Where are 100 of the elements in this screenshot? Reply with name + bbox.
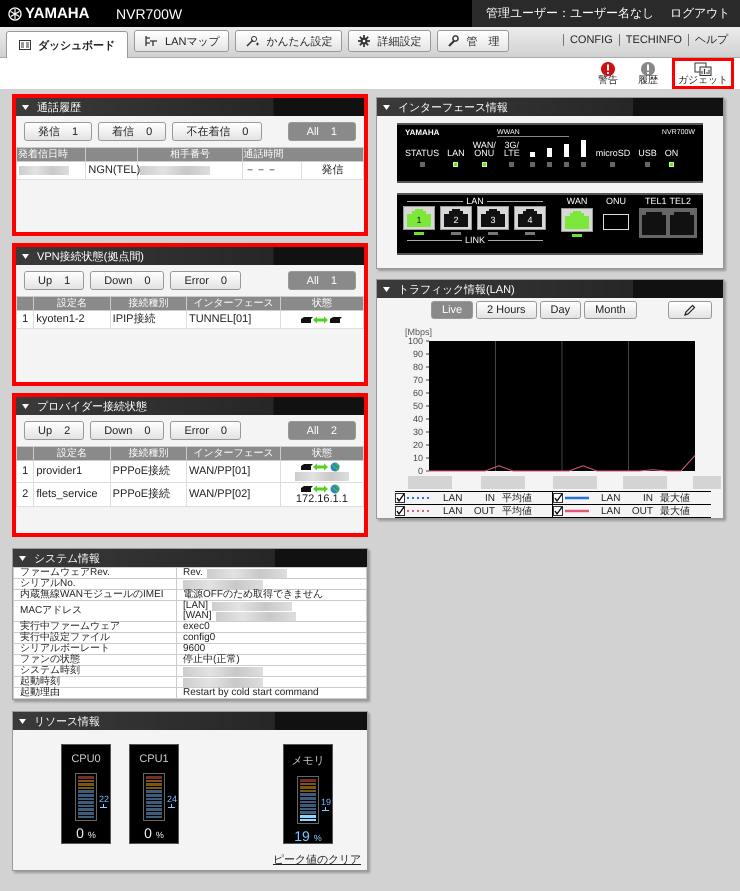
- collapse-icon[interactable]: [19, 718, 26, 724]
- blurred-text: [19, 166, 69, 175]
- filter-button[interactable]: Error 0: [170, 271, 242, 290]
- legend-stat: 平均値: [502, 492, 532, 505]
- led-label: 3G/ LTE: [504, 141, 520, 157]
- info-label: ファームウェアRev.: [14, 568, 176, 578]
- led-label: microSD: [596, 149, 630, 157]
- table-cell: WAN/PP[02]: [186, 482, 280, 506]
- led-label: LAN: [447, 149, 465, 157]
- tool-button[interactable]: 警告: [592, 58, 624, 89]
- column-header: 状態: [280, 446, 364, 460]
- port-number: 1: [415, 215, 422, 225]
- collapse-icon[interactable]: [383, 286, 390, 292]
- info-label: 内蔵無線WANモジュールのIMEI: [14, 590, 176, 600]
- checkbox[interactable]: [553, 506, 563, 516]
- collapse-icon[interactable]: [383, 104, 390, 110]
- led-label: STATUS: [405, 149, 440, 157]
- nav-tab[interactable]: 管 理: [437, 30, 510, 52]
- filter-button[interactable]: Up 2: [24, 421, 84, 440]
- table-cell: PPPoE接続: [110, 460, 186, 482]
- column-header: 接続種別: [110, 296, 186, 310]
- info-label: システム時刻: [14, 666, 176, 676]
- axis-label: 50: [412, 401, 423, 411]
- column-header: 発着信日時: [16, 148, 86, 162]
- axis-label: 0: [418, 466, 423, 476]
- info-label: ファンの状態: [14, 654, 176, 666]
- info-value: [WAN]: [183, 611, 212, 621]
- table-cell: WAN/PP[01]: [186, 460, 280, 482]
- collapse-icon[interactable]: [22, 404, 29, 408]
- table-cell: TUNNEL[01]: [186, 310, 280, 328]
- column-header: 設定名: [34, 446, 110, 460]
- legend-interface: LAN: [601, 492, 622, 504]
- nav-tab[interactable]: かんたん設定: [235, 30, 342, 52]
- header-link[interactable]: TECHINFO: [618, 34, 688, 46]
- blurred-label: [553, 476, 597, 489]
- range-button[interactable]: 2 Hours: [476, 301, 537, 319]
- edit-button[interactable]: [668, 301, 712, 319]
- clear-peak-link[interactable]: ピーク値のクリア: [273, 852, 361, 867]
- checkbox[interactable]: [395, 493, 405, 503]
- signal-bar: [564, 144, 569, 157]
- legend-stat: 最大値: [660, 504, 690, 518]
- panel-title: プロバイダー接続状態: [37, 400, 147, 414]
- nav-tab[interactable]: LANマップ: [134, 30, 230, 52]
- panel-title: VPN接続状態(拠点間): [37, 250, 144, 264]
- table-cell: flets_service: [34, 482, 110, 506]
- info-value: 電源OFFのため取得できません: [183, 590, 323, 600]
- port-label: TEL2: [670, 196, 692, 206]
- blurred-label: [623, 476, 667, 489]
- led-label: WAN/ ONU: [472, 141, 496, 157]
- column-header: 接続種別: [110, 446, 186, 460]
- info-value: [LAN]: [183, 601, 208, 611]
- logout-link[interactable]: ログアウト: [670, 5, 730, 22]
- meter-reading: 0 %: [76, 825, 96, 842]
- meter-reading: 19 %: [294, 828, 322, 844]
- panel-title: インターフェース情報: [398, 100, 508, 114]
- row-number: 1: [16, 310, 34, 328]
- collapse-icon[interactable]: [22, 104, 29, 110]
- filter-button[interactable]: 着信 0: [98, 122, 166, 141]
- legend-interface: LAN: [443, 492, 464, 504]
- port-number: 2: [452, 215, 460, 225]
- checkbox[interactable]: [553, 493, 563, 503]
- table-cell: PPPoE接続: [110, 482, 186, 506]
- filter-button[interactable]: 発信 1: [24, 122, 92, 141]
- filter-button[interactable]: Down 0: [90, 271, 164, 290]
- nav-tab[interactable]: ダッシュボード: [6, 31, 128, 58]
- range-button[interactable]: Day: [540, 301, 582, 319]
- range-button[interactable]: Month: [584, 301, 637, 319]
- column-header: 状態: [280, 296, 364, 310]
- axis-label: 80: [412, 362, 423, 372]
- nav-tab[interactable]: 詳細設定: [348, 30, 432, 52]
- checkbox[interactable]: [395, 506, 405, 516]
- table-cell: provider1: [34, 460, 110, 482]
- axis-label: 70: [412, 375, 423, 385]
- column-header: インターフェース: [186, 296, 280, 310]
- panel-title: リソース情報: [34, 714, 100, 728]
- signal-bar: [530, 152, 535, 157]
- blurred-label: [408, 476, 452, 489]
- column-header: 設定名: [34, 296, 110, 310]
- axis-label: 30: [412, 427, 423, 437]
- info-label: シリアルNo.: [14, 578, 176, 590]
- filter-button[interactable]: Up 1: [24, 271, 84, 290]
- legend-interface: LAN: [601, 506, 622, 516]
- grid-icon: [19, 40, 31, 50]
- legend-direction: IN: [484, 492, 495, 504]
- tool-button[interactable]: ガジェット: [672, 58, 734, 89]
- table-cell: NGN(TEL): [86, 162, 138, 180]
- filter-button[interactable]: Error 0: [170, 421, 242, 440]
- header-link[interactable]: ヘルプ: [688, 34, 734, 46]
- alert-icon: [601, 62, 615, 76]
- led-label: ON: [664, 149, 678, 157]
- filter-button[interactable]: 不在着信 0: [172, 122, 262, 141]
- header-link[interactable]: CONFIG: [562, 34, 619, 46]
- collapse-icon[interactable]: [19, 556, 26, 560]
- tool-button[interactable]: 履歴: [632, 58, 664, 89]
- collapse-icon[interactable]: [22, 254, 29, 258]
- legend-stat: 平均値: [502, 505, 532, 518]
- filter-button[interactable]: Down 0: [90, 421, 164, 440]
- row-number: 2: [16, 482, 34, 506]
- axis-label: 40: [412, 414, 423, 424]
- legend-direction: OUT: [472, 506, 495, 516]
